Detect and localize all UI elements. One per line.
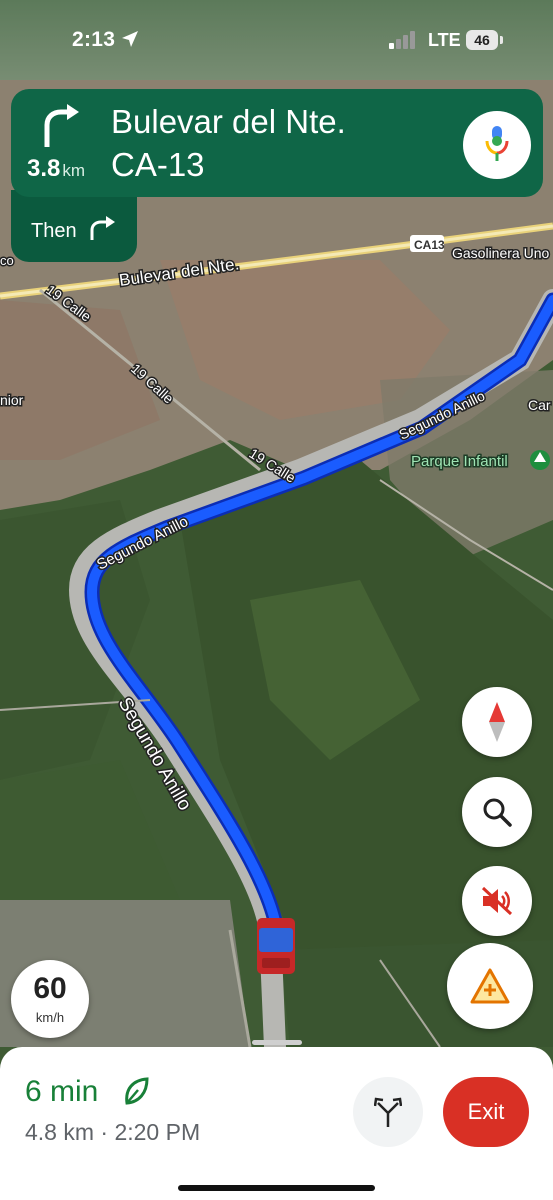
signal-icon [389, 31, 415, 49]
map-label-car: Car [528, 397, 551, 413]
alternate-routes-button[interactable] [353, 1077, 423, 1147]
status-time: 2:13 [72, 28, 116, 51]
trip-summary-sheet[interactable]: 6 min 4.8 km · 2:20 PM Exit [0, 1040, 553, 1200]
speed-limit-unit: km/h [35, 1010, 65, 1025]
compass-button[interactable] [462, 687, 532, 757]
report-incident-icon [470, 968, 510, 1004]
map-label-co: co [0, 253, 14, 268]
home-indicator [178, 1185, 375, 1191]
navigation-banner[interactable]: 3.8 km Bulevar del Nte. CA-13 [11, 89, 543, 197]
turn-distance: 3.8 km [27, 155, 86, 182]
battery-tip [500, 36, 503, 44]
network-type: LTE [428, 30, 461, 50]
distance-unit: km [62, 161, 86, 180]
search-button[interactable] [462, 777, 532, 847]
voice-search-button[interactable] [463, 111, 531, 179]
compass-icon [489, 702, 505, 742]
speed-limit-value: 60 [33, 972, 67, 1005]
then-turn-right-icon [90, 216, 115, 240]
exit-button[interactable]: Exit [443, 1077, 529, 1147]
mute-button[interactable] [462, 866, 532, 936]
battery-indicator: 46 [466, 30, 498, 50]
volume-off-icon [481, 886, 513, 916]
then-label: Then [31, 220, 77, 242]
then-instruction[interactable]: Then [11, 190, 137, 262]
turn-right-icon [44, 104, 79, 147]
speed-limit-sign: 60 km/h [11, 960, 89, 1038]
map-label-parque: Parque Infantil [411, 453, 508, 470]
report-incident-button[interactable] [447, 943, 533, 1029]
next-road-secondary: CA-13 [111, 146, 205, 183]
eco-leaf-icon [125, 1077, 149, 1105]
microphone-icon [485, 126, 509, 161]
trip-distance-arrival: 4.8 km · 2:20 PM [25, 1119, 201, 1145]
sheet-drag-handle[interactable] [252, 1040, 302, 1045]
next-road-primary: Bulevar del Nte. [111, 103, 346, 140]
vehicle-icon [257, 918, 295, 974]
fork-routes-icon [374, 1097, 402, 1127]
eta-minutes: 6 min [25, 1075, 99, 1108]
search-icon [483, 798, 512, 827]
map-label-gasolinera: Gasolinera Uno [452, 245, 549, 261]
map-label-ca13: CA13 [414, 238, 445, 252]
status-bar: 2:13 LTE 46 [0, 0, 553, 80]
location-arrow-icon [122, 31, 138, 47]
map-label-junior: nior [0, 392, 24, 408]
